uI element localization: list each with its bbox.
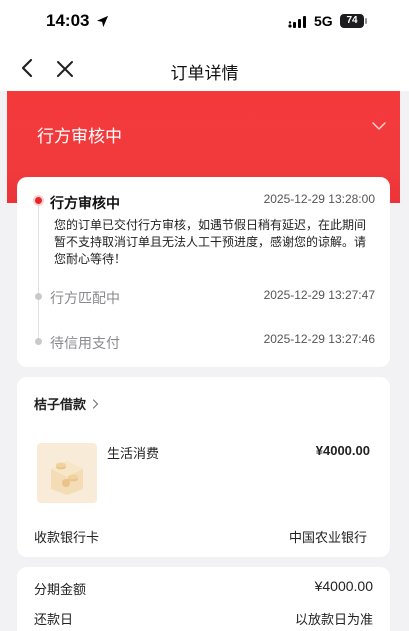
product-name: 生活消费 bbox=[107, 447, 160, 462]
timeline-dot-active bbox=[33, 195, 44, 206]
nav-bar: 订单详情 bbox=[0, 46, 409, 91]
product-price: ¥4000.00 bbox=[315, 443, 370, 458]
timeline-step-description: 您的订单已交付行方审核，如遇节假日稍有延迟，在此期间暂不支持取消订单且无法人工干… bbox=[54, 218, 367, 266]
timeline-step-title: 待信用支付 bbox=[50, 336, 120, 352]
timeline-step-title: 行方匹配中 bbox=[50, 291, 120, 307]
status-bar: 14:03 5G 74 bbox=[0, 0, 409, 46]
order-product-card: 桔子借款 生活消费 ¥4000.00 收款银行卡 中国农业银行 bbox=[17, 377, 390, 557]
chevron-right-icon bbox=[92, 399, 99, 409]
timeline-step-time: 2025-12-29 13:27:47 bbox=[263, 288, 375, 302]
installment-info-card: 分期金额 ¥4000.00 还款日 以放款日为准 bbox=[17, 567, 390, 631]
page-title: 订单详情 bbox=[170, 64, 239, 84]
network-type: 5G bbox=[314, 13, 333, 29]
battery-icon: 74 bbox=[340, 14, 367, 28]
timeline-dot bbox=[35, 338, 42, 345]
progress-timeline-card: 行方审核中 2025-12-29 13:28:00 您的订单已交付行方审核，如遇… bbox=[17, 177, 390, 367]
merchant-name: 桔子借款 bbox=[34, 398, 87, 413]
chevron-down-icon[interactable] bbox=[372, 121, 386, 131]
banner-status-text: 行方审核中 bbox=[37, 127, 122, 147]
timeline-dot bbox=[35, 293, 42, 300]
status-time: 14:03 bbox=[46, 11, 90, 30]
bank-card-value: 中国农业银行 bbox=[288, 531, 367, 546]
merchant-link[interactable]: 桔子借款 bbox=[34, 394, 99, 413]
repayment-date-label: 还款日 bbox=[34, 613, 74, 628]
location-arrow-icon bbox=[96, 15, 109, 28]
timeline-line bbox=[38, 199, 39, 339]
installment-amount-label: 分期金额 bbox=[34, 583, 87, 598]
battery-level: 74 bbox=[340, 14, 364, 28]
timeline-step-title: 行方审核中 bbox=[50, 196, 120, 212]
product-thumbnail-icon bbox=[37, 443, 97, 503]
signal-icon bbox=[288, 16, 306, 28]
timeline-step-time: 2025-12-29 13:27:46 bbox=[263, 332, 375, 346]
repayment-date-value: 以放款日为准 bbox=[294, 613, 373, 628]
bank-card-label: 收款银行卡 bbox=[34, 531, 100, 546]
timeline-step-time: 2025-12-29 13:28:00 bbox=[263, 192, 375, 206]
installment-amount-value: ¥4000.00 bbox=[314, 578, 373, 594]
